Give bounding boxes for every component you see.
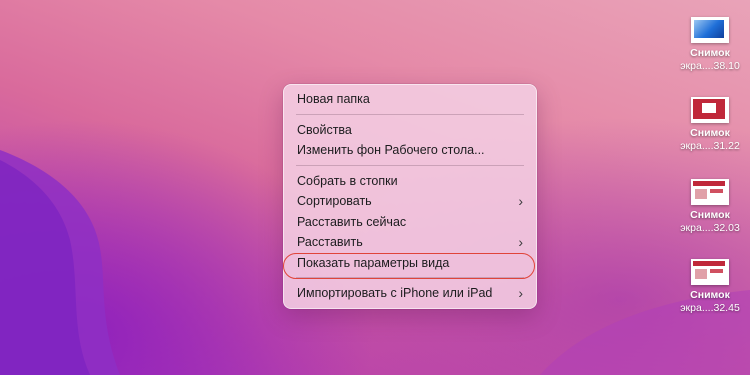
menu-item-clean-up-by[interactable]: Расставить › xyxy=(284,232,536,253)
file-name: Снимок xyxy=(690,127,730,139)
chevron-right-icon: › xyxy=(518,234,523,250)
file-name-suffix: экра....32.45 xyxy=(680,302,740,314)
file-name-suffix: экра....38.10 xyxy=(680,60,740,72)
menu-item-change-wallpaper[interactable]: Изменить фон Рабочего стола... xyxy=(284,140,536,161)
menu-item-use-stacks[interactable]: Собрать в стопки xyxy=(284,171,536,192)
menu-item-label: Расставить сейчас xyxy=(297,214,407,229)
desktop[interactable]: Новая папка Свойства Изменить фон Рабоче… xyxy=(0,0,750,375)
menu-item-label: Изменить фон Рабочего стола... xyxy=(297,143,485,157)
desktop-context-menu: Новая папка Свойства Изменить фон Рабоче… xyxy=(283,84,537,309)
file-name-suffix: экра....32.03 xyxy=(680,222,740,234)
chevron-right-icon: › xyxy=(518,285,523,301)
file-name-suffix: экра....31.22 xyxy=(680,140,740,152)
screenshot-thumbnail-icon xyxy=(691,17,729,43)
file-name: Снимок xyxy=(690,209,730,221)
menu-item-label: Новая папка xyxy=(297,92,370,106)
menu-item-label: Расставить xyxy=(297,235,363,249)
file-name: Снимок xyxy=(690,289,730,301)
desktop-file-screenshot[interactable]: Снимок экра....38.10 xyxy=(670,17,750,73)
menu-item-new-folder[interactable]: Новая папка xyxy=(284,89,536,110)
menu-item-label: Сортировать xyxy=(297,194,372,208)
menu-item-properties[interactable]: Свойства xyxy=(284,120,536,141)
menu-item-label: Свойства xyxy=(297,122,352,137)
menu-separator xyxy=(296,277,524,278)
menu-separator xyxy=(296,164,524,166)
desktop-file-screenshot[interactable]: Снимок экра....31.22 xyxy=(670,97,750,153)
screenshot-thumbnail-icon xyxy=(691,259,729,285)
menu-item-clean-up[interactable]: Расставить сейчас xyxy=(284,212,536,233)
menu-item-label: Собрать в стопки xyxy=(297,173,398,188)
desktop-file-screenshot[interactable]: Снимок экра....32.45 xyxy=(670,259,750,315)
menu-item-show-view-options[interactable]: Показать параметры вида xyxy=(284,253,536,274)
file-name: Снимок xyxy=(690,47,730,59)
menu-item-label: Импортировать с iPhone или iPad xyxy=(297,286,493,300)
menu-separator xyxy=(296,113,524,115)
screenshot-thumbnail-icon xyxy=(691,97,729,123)
menu-item-sort-by[interactable]: Сортировать › xyxy=(284,191,536,212)
chevron-right-icon: › xyxy=(518,193,523,209)
menu-item-label: Показать параметры вида xyxy=(297,255,450,270)
desktop-file-screenshot[interactable]: Снимок экра....32.03 xyxy=(670,179,750,235)
menu-item-import-from-iphone[interactable]: Импортировать с iPhone или iPad › xyxy=(284,283,536,304)
screenshot-thumbnail-icon xyxy=(691,179,729,205)
